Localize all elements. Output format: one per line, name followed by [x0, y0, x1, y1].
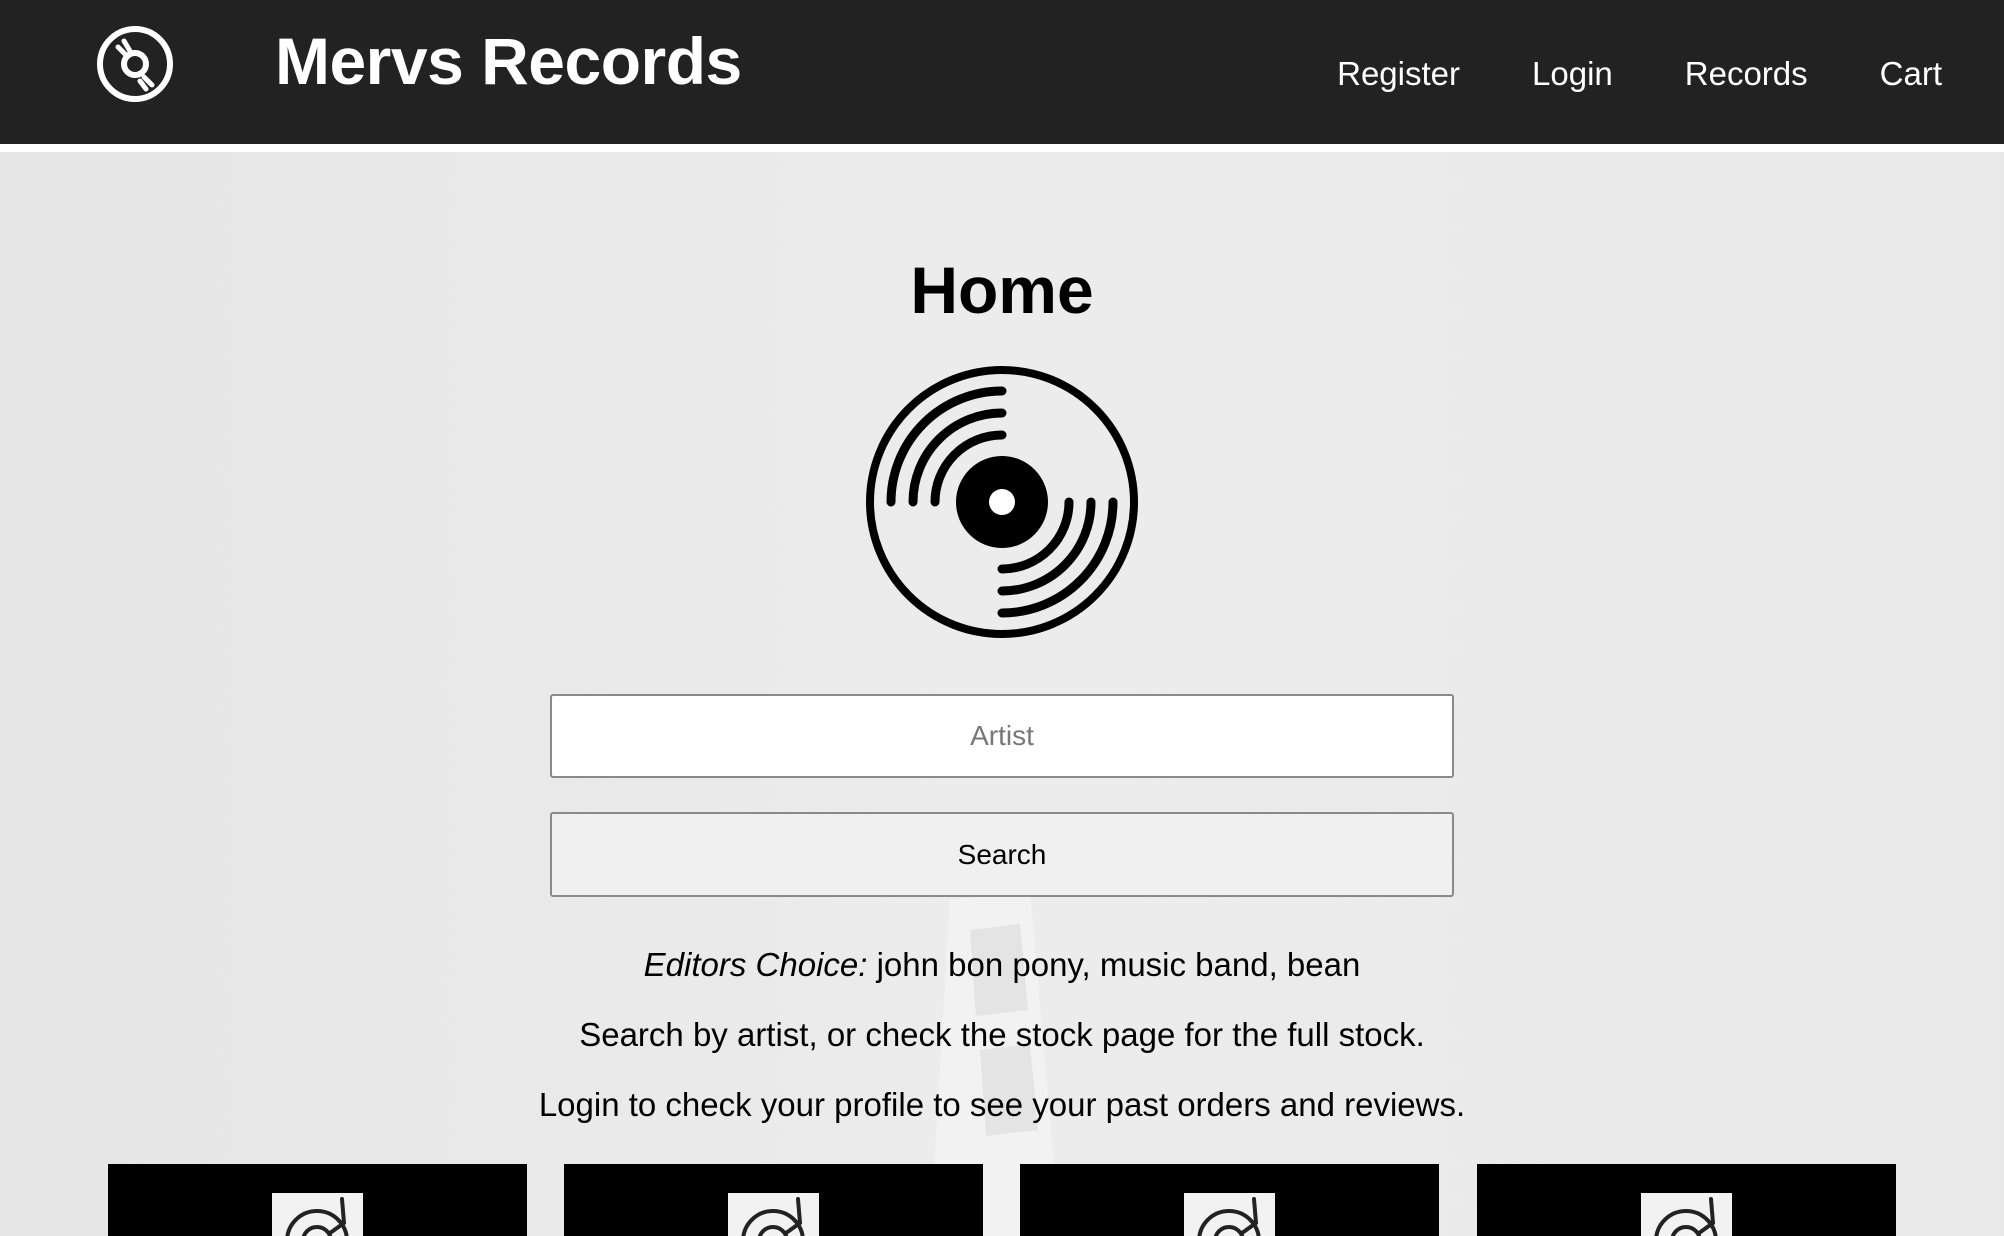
artist-search-input[interactable] — [550, 694, 1454, 778]
record-card[interactable] — [1020, 1164, 1439, 1236]
record-card[interactable] — [108, 1164, 527, 1236]
brand-title[interactable]: Mervs Records — [275, 22, 742, 100]
nav-link-records[interactable]: Records — [1685, 52, 1808, 96]
page-title: Home — [910, 253, 1094, 327]
top-navbar: Mervs Records Register Login Records Car… — [0, 0, 2004, 152]
nav-link-login[interactable]: Login — [1532, 52, 1613, 96]
turntable-icon — [1641, 1193, 1732, 1236]
search-hint-text: Search by artist, or check the stock pag… — [579, 1016, 1425, 1053]
vinyl-record-icon — [866, 366, 1138, 638]
record-card[interactable] — [564, 1164, 983, 1236]
editors-choice-label: Editors Choice: — [643, 946, 868, 983]
login-hint-text: Login to check your profile to see your … — [538, 1086, 1466, 1123]
turntable-icon — [1184, 1193, 1275, 1236]
search-button[interactable]: Search — [550, 812, 1454, 897]
vinyl-record-icon[interactable] — [96, 25, 174, 103]
nav-link-register[interactable]: Register — [1337, 52, 1460, 96]
record-card[interactable] — [1477, 1164, 1896, 1236]
editors-choice-artists: john bon pony, music band, bean — [867, 946, 1361, 983]
nav-links: Register Login Records Cart — [1337, 52, 1942, 96]
editors-choice: Editors Choice: john bon pony, music ban… — [0, 943, 2004, 987]
turntable-icon — [728, 1193, 819, 1236]
turntable-icon — [272, 1193, 363, 1236]
nav-link-cart[interactable]: Cart — [1880, 52, 1942, 96]
